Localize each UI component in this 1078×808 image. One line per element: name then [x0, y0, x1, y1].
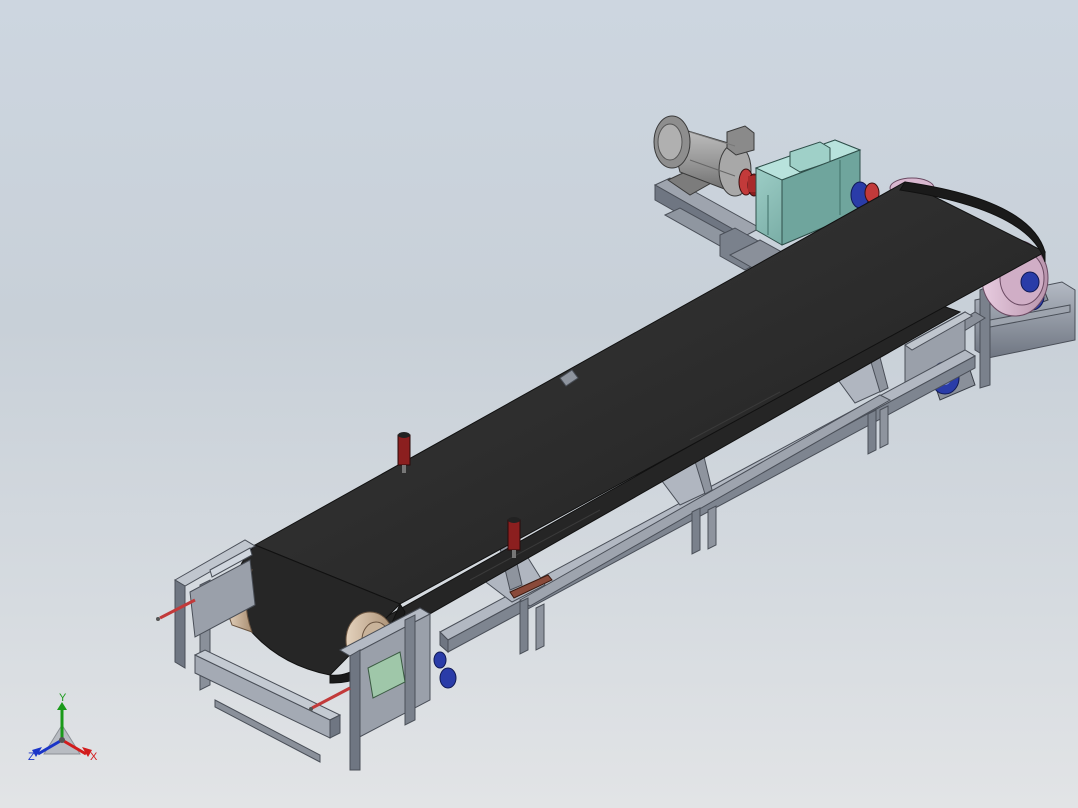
graphics-viewport[interactable]: Y X Z [0, 0, 1078, 808]
tension-screw-right[interactable] [309, 686, 351, 711]
tail-bearing-near[interactable] [433, 651, 457, 689]
conveyor-belt[interactable] [233, 181, 1047, 684]
triad-x-label: X [90, 751, 98, 763]
triad-z-label: Z [28, 751, 35, 763]
view-orientation-triad[interactable]: Y X Z [22, 692, 112, 772]
triad-y-label: Y [59, 692, 67, 704]
triad-graphic [32, 702, 92, 757]
conveyor-3d-model[interactable] [0, 0, 1078, 808]
